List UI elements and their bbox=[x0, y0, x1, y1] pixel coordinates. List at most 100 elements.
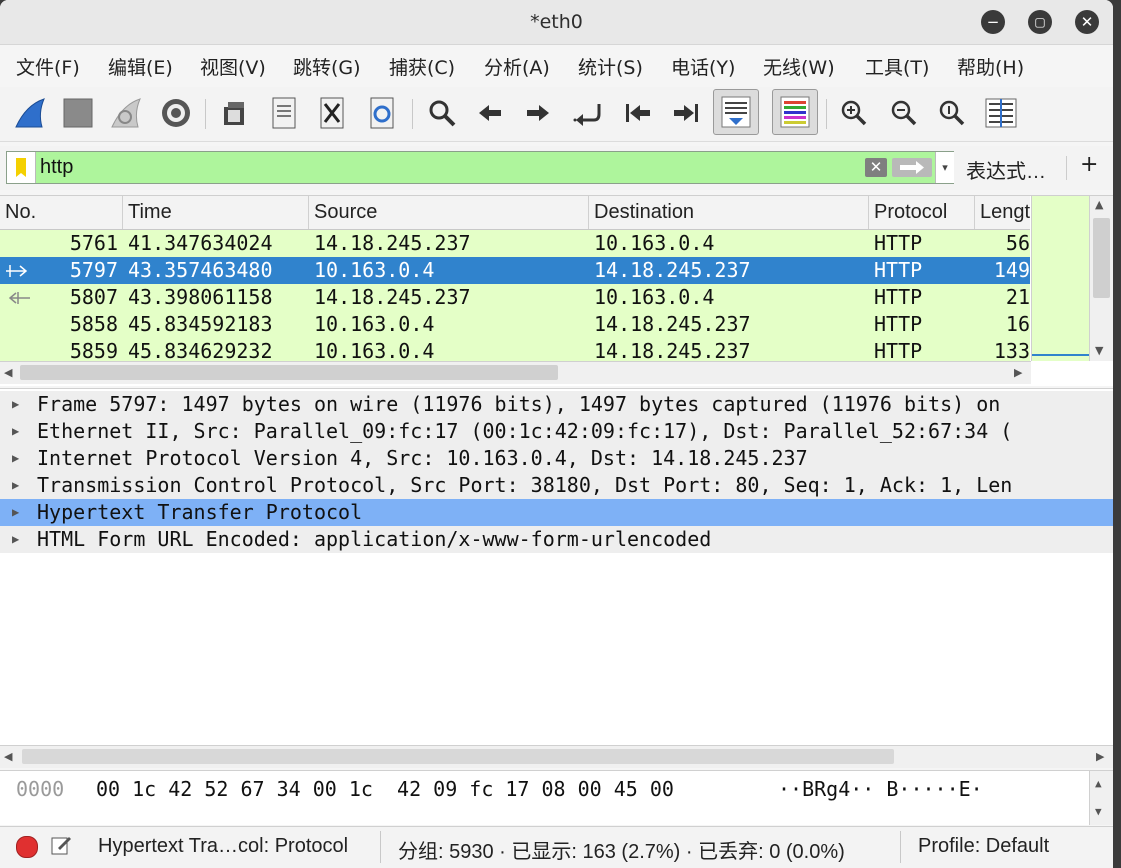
menu-tools[interactable]: 工具(T) bbox=[865, 53, 929, 80]
scroll-up-icon[interactable]: ▲ bbox=[1095, 198, 1103, 211]
first-packet-button[interactable] bbox=[618, 92, 658, 134]
expand-arrow-icon[interactable]: ▶ bbox=[12, 526, 19, 553]
stop-capture-button[interactable] bbox=[58, 92, 98, 134]
resize-columns-button[interactable] bbox=[981, 92, 1021, 134]
menu-help[interactable]: 帮助(H) bbox=[957, 53, 1024, 80]
packet-protocol: HTTP bbox=[874, 258, 923, 282]
detail-text: Frame 5797: 1497 bytes on wire (11976 bi… bbox=[37, 392, 1001, 416]
menu-wireless[interactable]: 无线(W) bbox=[763, 53, 835, 80]
close-button[interactable]: ✕ bbox=[1075, 10, 1099, 34]
packet-row[interactable]: 5859 45.834629232 10.163.0.4 14.18.245.2… bbox=[0, 338, 1030, 363]
title-bar[interactable]: *eth0 − ▢ ✕ bbox=[0, 0, 1113, 45]
packet-no: 5858 bbox=[69, 312, 118, 336]
restart-capture-button[interactable] bbox=[106, 92, 146, 134]
bookmark-icon bbox=[16, 158, 26, 177]
scroll-down-icon[interactable]: ▼ bbox=[1095, 344, 1103, 357]
menu-go[interactable]: 跳转(G) bbox=[293, 53, 361, 80]
hscroll-thumb[interactable] bbox=[20, 365, 558, 380]
scroll-left-icon[interactable]: ◀ bbox=[4, 366, 12, 379]
packet-list-hscroll[interactable]: ◀ ▶ bbox=[0, 361, 1031, 384]
packet-list-vscroll[interactable]: ▲ ▼ bbox=[1089, 196, 1113, 361]
byte-ascii[interactable]: ··BRg4·· B·····E· bbox=[778, 777, 983, 801]
last-packet-icon bbox=[674, 104, 698, 122]
toolbar-divider bbox=[826, 99, 827, 129]
col-header-destination[interactable]: Destination bbox=[589, 196, 869, 229]
last-packet-button[interactable] bbox=[666, 92, 706, 134]
auto-scroll-toggle[interactable] bbox=[713, 89, 759, 135]
scroll-right-icon[interactable]: ▶ bbox=[1014, 366, 1022, 379]
save-file-button[interactable] bbox=[264, 92, 304, 134]
col-header-source[interactable]: Source bbox=[309, 196, 589, 229]
expand-arrow-icon[interactable]: ▶ bbox=[12, 472, 19, 499]
menu-telephony[interactable]: 电话(Y) bbox=[671, 53, 735, 80]
go-forward-button[interactable] bbox=[518, 92, 558, 134]
status-profile[interactable]: Profile: Default bbox=[918, 835, 1049, 858]
zoom-out-icon bbox=[891, 100, 917, 126]
detail-row-http[interactable]: ▶ Hypertext Transfer Protocol bbox=[0, 499, 1113, 526]
filter-bookmark-button[interactable] bbox=[7, 152, 36, 183]
menu-statistics[interactable]: 统计(S) bbox=[578, 53, 643, 80]
bytes-vscroll[interactable]: ▲ ▼ bbox=[1089, 771, 1113, 825]
zoom-in-button[interactable] bbox=[834, 92, 874, 134]
menu-view[interactable]: 视图(V) bbox=[200, 53, 266, 80]
scroll-up-icon[interactable]: ▲ bbox=[1095, 777, 1102, 790]
menu-file[interactable]: 文件(F) bbox=[16, 53, 80, 80]
add-filter-button[interactable]: + bbox=[1080, 152, 1098, 177]
detail-row-frame[interactable]: ▶ Frame 5797: 1497 bytes on wire (11976 … bbox=[0, 391, 1113, 418]
display-filter-input[interactable] bbox=[40, 152, 860, 183]
capture-comment-icon[interactable] bbox=[50, 834, 72, 856]
open-file-button[interactable] bbox=[214, 92, 254, 134]
scroll-right-icon[interactable]: ▶ bbox=[1096, 750, 1104, 763]
packet-row[interactable]: 5858 45.834592183 10.163.0.4 14.18.245.2… bbox=[0, 311, 1030, 338]
packet-row[interactable]: 5761 41.347634024 14.18.245.237 10.163.0… bbox=[0, 230, 1030, 257]
details-hscroll[interactable]: ◀ ▶ bbox=[0, 745, 1113, 768]
scroll-thumb[interactable] bbox=[1093, 218, 1110, 298]
detail-row-ethernet[interactable]: ▶ Ethernet II, Src: Parallel_09:fc:17 (0… bbox=[0, 418, 1113, 445]
packet-source: 14.18.245.237 bbox=[314, 231, 471, 255]
expand-arrow-icon[interactable]: ▶ bbox=[12, 418, 19, 445]
scroll-left-icon[interactable]: ◀ bbox=[4, 750, 12, 763]
menu-analyze[interactable]: 分析(A) bbox=[484, 53, 550, 80]
expand-arrow-icon[interactable]: ▶ bbox=[12, 391, 19, 418]
go-to-packet-button[interactable] bbox=[568, 92, 608, 134]
minimize-button[interactable]: − bbox=[981, 10, 1005, 34]
apply-filter-button[interactable] bbox=[892, 158, 932, 177]
start-capture-button[interactable] bbox=[10, 92, 50, 134]
menu-capture[interactable]: 捕获(C) bbox=[389, 53, 455, 80]
packet-time: 41.347634024 bbox=[128, 231, 273, 255]
packet-row[interactable]: 5807 43.398061158 14.18.245.237 10.163.0… bbox=[0, 284, 1030, 311]
expand-arrow-icon[interactable]: ▶ bbox=[12, 499, 19, 526]
col-header-time[interactable]: Time bbox=[123, 196, 309, 229]
hscroll-thumb[interactable] bbox=[22, 749, 894, 764]
packet-row-selected[interactable]: 5797 43.357463480 10.163.0.4 14.18.245.2… bbox=[0, 257, 1030, 284]
detail-row-ip[interactable]: ▶ Internet Protocol Version 4, Src: 10.1… bbox=[0, 445, 1113, 472]
scroll-down-icon[interactable]: ▼ bbox=[1095, 805, 1102, 818]
expression-button[interactable]: 表达式… bbox=[966, 155, 1046, 184]
menu-edit[interactable]: 编辑(E) bbox=[108, 53, 173, 80]
zoom-out-button[interactable] bbox=[884, 92, 924, 134]
col-header-protocol[interactable]: Protocol bbox=[869, 196, 975, 229]
status-packet-counts: 分组: 5930 · 已显示: 163 (2.7%) · 已丢弃: 0 (0.0… bbox=[398, 841, 845, 863]
expand-arrow-icon[interactable]: ▶ bbox=[12, 445, 19, 472]
expert-info-icon[interactable] bbox=[16, 836, 38, 858]
packet-time: 43.398061158 bbox=[128, 285, 273, 309]
resize-columns-icon bbox=[985, 98, 1017, 128]
col-header-length[interactable]: Lengt bbox=[975, 196, 1031, 229]
colorize-toggle[interactable] bbox=[772, 89, 818, 135]
find-packet-button[interactable] bbox=[422, 92, 462, 134]
reload-file-button[interactable] bbox=[362, 92, 402, 134]
close-file-button[interactable] bbox=[312, 92, 352, 134]
go-back-button[interactable] bbox=[470, 92, 510, 134]
clear-filter-button[interactable]: ✕ bbox=[865, 158, 887, 177]
packet-minimap[interactable] bbox=[1031, 196, 1090, 361]
filter-divider bbox=[1066, 156, 1067, 180]
detail-row-form[interactable]: ▶ HTML Form URL Encoded: application/x-w… bbox=[0, 526, 1113, 553]
shark-fin-icon bbox=[15, 98, 45, 128]
filter-history-dropdown[interactable]: ▾ bbox=[935, 152, 954, 183]
normal-size-button[interactable] bbox=[932, 92, 972, 134]
byte-hex[interactable]: 00 1c 42 52 67 34 00 1c 42 09 fc 17 08 0… bbox=[96, 777, 674, 801]
detail-row-tcp[interactable]: ▶ Transmission Control Protocol, Src Por… bbox=[0, 472, 1113, 499]
capture-options-button[interactable] bbox=[156, 92, 196, 134]
maximize-button[interactable]: ▢ bbox=[1028, 10, 1052, 34]
col-header-no[interactable]: No. bbox=[0, 196, 123, 229]
